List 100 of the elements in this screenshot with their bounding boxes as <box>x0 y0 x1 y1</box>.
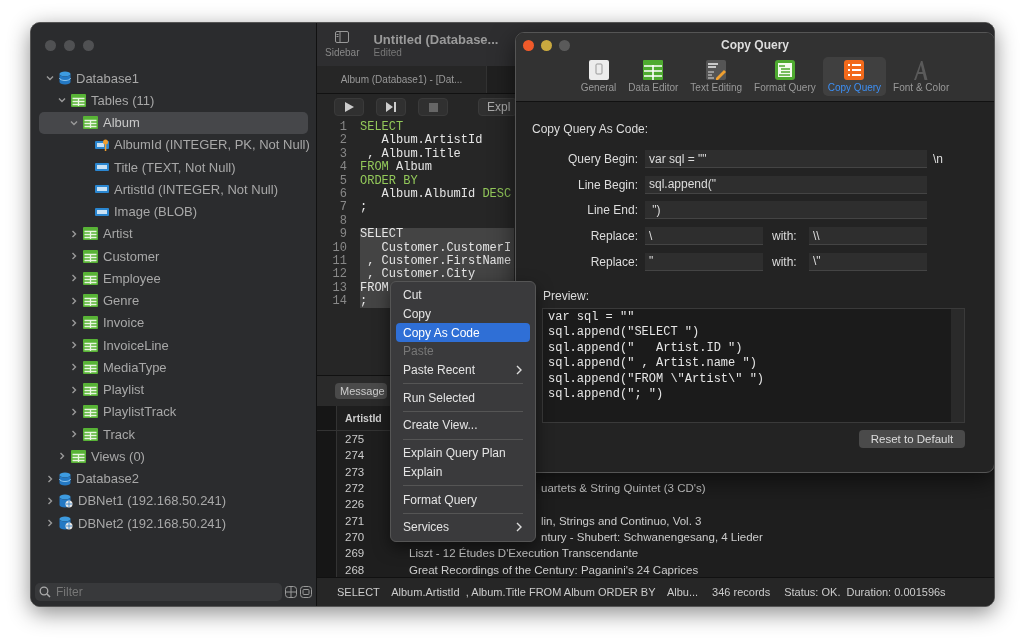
tree-item[interactable]: Album <box>39 111 308 134</box>
text-field[interactable]: \" <box>809 252 927 271</box>
menu-item[interactable]: Format Query <box>396 490 530 509</box>
chevron-icon[interactable] <box>45 519 54 528</box>
line-number: 1 <box>338 121 347 134</box>
table-icon <box>71 449 86 463</box>
chevron-icon[interactable] <box>69 274 78 283</box>
run-button[interactable] <box>334 98 364 116</box>
code-line: FROM Album <box>360 161 434 175</box>
preferences-tab[interactable]: Format Query <box>749 57 821 96</box>
sql-pencil-icon <box>705 59 728 81</box>
run-current-button[interactable] <box>376 98 406 116</box>
tree-item[interactable]: MediaType <box>39 356 308 379</box>
text-field[interactable]: \ <box>645 227 763 246</box>
line-number: 5 <box>338 174 347 188</box>
chevron-icon[interactable] <box>69 363 78 372</box>
menu-item[interactable]: Explain <box>396 462 530 482</box>
tree-item[interactable]: Artist <box>39 222 308 245</box>
status-query: SELECT Album.ArtistId , Album.Title FROM Album ORDER BY Albu... <box>337 586 699 598</box>
tree-item[interactable]: ArtistId (INTEGER, Not Null) <box>39 178 308 201</box>
reset-button[interactable]: Reset to Default <box>859 429 965 448</box>
chevron-icon[interactable] <box>45 496 54 505</box>
chevron-icon[interactable] <box>69 385 78 394</box>
line-number: 12 <box>331 268 347 282</box>
code-line: Album.ArtistId <box>380 134 484 148</box>
chevron-icon[interactable] <box>69 318 78 327</box>
text-field[interactable]: var sql = "" <box>645 150 927 168</box>
tree-item[interactable]: AlbumId (INTEGER, PK, Not Null) <box>39 133 308 156</box>
code-line: ; <box>360 201 369 215</box>
document-tab[interactable]: Album (Database1) - [Dat... <box>317 66 487 93</box>
window-title: Untitled (Database... <box>373 31 499 47</box>
chevron-icon[interactable] <box>69 296 78 305</box>
preview-label: Preview: <box>543 288 590 303</box>
suffix-label: \n <box>933 152 943 166</box>
close-button[interactable] <box>523 39 534 51</box>
menu-item[interactable]: Services <box>396 517 530 537</box>
code-line: , Album.Title <box>366 147 462 161</box>
chevron-icon[interactable] <box>69 229 78 238</box>
menu-item[interactable]: Explain Query Plan <box>396 443 530 463</box>
tree-item[interactable]: InvoiceLine <box>39 334 308 357</box>
section-heading: Copy Query As Code: <box>532 122 650 136</box>
preview-text-area[interactable]: var sql = "" sql.append("SELECT ") sql.append(" Artist.ID ") sql.append(" , Artist.name ") sql.append("FROM \"Artist\" ") sql.append("; ") <box>542 307 965 423</box>
tree-item[interactable]: PlaylistTrack <box>39 400 308 423</box>
grid-icon[interactable] <box>285 586 297 598</box>
table-cell-text: 269 <box>344 547 366 560</box>
tree-item[interactable]: Invoice <box>39 311 308 334</box>
tree-item[interactable]: Genre <box>39 289 308 312</box>
filter-field[interactable]: Filter <box>35 583 282 601</box>
explain-button[interactable]: Expl <box>478 98 518 116</box>
preferences-tab[interactable]: Text Editing <box>685 57 748 96</box>
menu-item[interactable]: Create View... <box>396 416 530 435</box>
menu-item[interactable]: Paste Recent <box>396 360 530 380</box>
menu-item[interactable]: Run Selected <box>396 388 530 408</box>
text-field[interactable]: " <box>645 252 763 271</box>
preferences-tab[interactable]: Data Editor <box>623 57 684 96</box>
tree-item[interactable]: Playlist <box>39 378 308 401</box>
tree-item[interactable]: DBNet2 (192.168.50.241) <box>39 512 308 535</box>
chevron-icon[interactable] <box>45 474 54 483</box>
chevron-icon[interactable] <box>45 74 54 83</box>
chevron-icon[interactable] <box>69 118 78 127</box>
chevron-icon[interactable] <box>69 341 78 350</box>
tree-item[interactable]: Database2 <box>39 467 308 490</box>
table-icon <box>83 116 98 130</box>
view-icon[interactable] <box>300 586 312 598</box>
chevron-icon[interactable] <box>57 96 66 105</box>
tree-item[interactable]: DBNet1 (192.168.50.241) <box>39 489 308 512</box>
database-network-icon <box>59 516 73 531</box>
tree-item[interactable]: Track <box>39 423 308 446</box>
line-number: 11 <box>331 254 347 268</box>
messages-tab[interactable]: Message <box>335 383 387 399</box>
text-field[interactable]: ") <box>645 201 927 220</box>
line-number: 14 <box>331 295 347 309</box>
text-field[interactable]: \\ <box>809 227 927 246</box>
preferences-tab[interactable]: General <box>575 57 622 96</box>
tree-item[interactable]: Tables (11) <box>39 89 308 112</box>
text-field[interactable]: sql.append(" <box>645 175 927 194</box>
chevron-icon[interactable] <box>69 430 78 439</box>
tree-item[interactable]: Employee <box>39 267 308 290</box>
table-icon <box>642 59 665 81</box>
sidebar-button[interactable]: Sidebar <box>325 31 360 58</box>
tree-item[interactable]: Title (TEXT, Not Null) <box>39 156 308 179</box>
table-icon <box>83 227 98 241</box>
table-cell-text: Great Recordings of the Century: Paganini's 24 Caprices <box>408 563 699 576</box>
menu-item[interactable]: Copy As Code <box>396 323 530 343</box>
tree-item[interactable]: Customer <box>39 245 308 268</box>
switch-icon <box>587 59 610 81</box>
tree-item[interactable]: Views (0) <box>39 445 308 468</box>
record-count: 346 records <box>712 586 771 598</box>
minimize-button[interactable] <box>541 39 552 51</box>
code-line: ORDER BY <box>360 174 419 188</box>
stop-button[interactable] <box>418 98 448 116</box>
tree-item[interactable]: Database1 <box>39 67 308 90</box>
preferences-tab[interactable]: Copy Query <box>822 57 887 96</box>
table-icon <box>83 360 98 374</box>
chevron-icon[interactable] <box>57 452 66 461</box>
preferences-tab[interactable]: Font & Color <box>888 57 955 96</box>
chevron-icon[interactable] <box>69 252 78 261</box>
table-cell-text: Liszt - 12 Études D'Execution Transcendante <box>408 547 639 560</box>
chevron-icon[interactable] <box>69 407 78 416</box>
tree-item[interactable]: Image (BLOB) <box>39 200 308 223</box>
